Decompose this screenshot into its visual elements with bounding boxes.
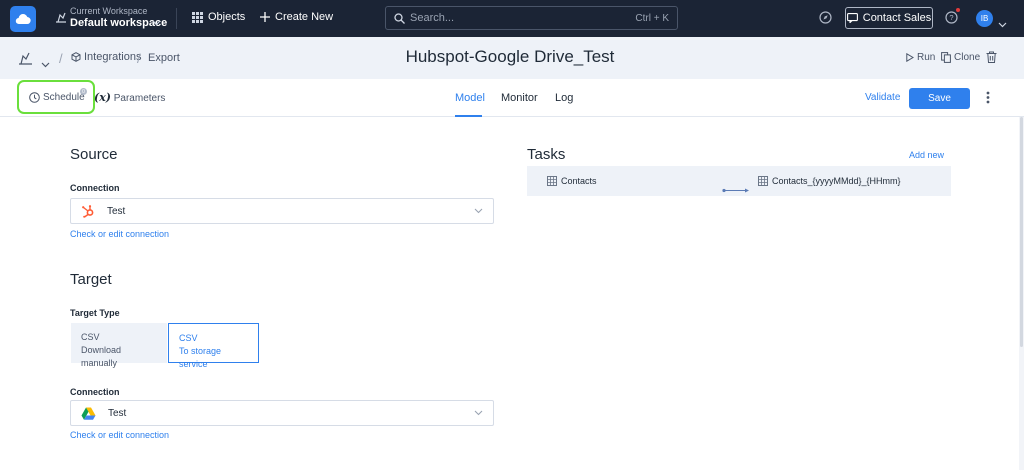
help-icon[interactable]: ? <box>945 11 958 29</box>
workspace-icon <box>54 10 68 29</box>
breadcrumb-integrations[interactable]: Integrations <box>71 51 141 63</box>
validate-button[interactable]: Validate <box>865 92 900 103</box>
contact-sales-button[interactable]: Contact Sales <box>845 7 933 29</box>
hubspot-icon <box>82 205 94 218</box>
search-icon <box>394 12 405 24</box>
trash-icon[interactable] <box>986 50 997 68</box>
parameters-button[interactable]: (x) Parameters <box>94 91 165 104</box>
search-shortcut: Ctrl + K <box>635 12 669 24</box>
create-new-label: Create New <box>275 11 334 23</box>
search-placeholder: Search... <box>410 12 455 24</box>
sub-header: / Integrations / Export Hubspot-Google D… <box>0 37 1024 79</box>
task-source-name: Contacts <box>561 176 597 186</box>
breadcrumb-separator: / <box>137 51 141 66</box>
plus-icon <box>260 12 270 22</box>
target-connection-select[interactable]: Test <box>70 400 494 426</box>
avatar[interactable]: IB <box>976 10 993 27</box>
tasks-title: Tasks <box>527 146 566 163</box>
svg-text:?: ? <box>949 13 953 22</box>
tab-monitor[interactable]: Monitor <box>501 92 538 104</box>
target-type-label: Target Type <box>70 308 120 318</box>
editor-toolbar: Schedule 0 (x) Parameters Model Monitor … <box>0 79 1024 117</box>
parameters-icon: (x) <box>94 91 111 104</box>
google-drive-icon <box>81 407 96 420</box>
grid-icon <box>192 11 203 23</box>
scrollbar-thumb[interactable] <box>1020 117 1023 347</box>
tab-log[interactable]: Log <box>555 92 573 104</box>
clone-label: Clone <box>954 52 981 63</box>
chevron-down-icon[interactable] <box>998 15 1007 33</box>
target-title: Target <box>70 271 112 288</box>
create-new-button[interactable]: Create New <box>260 11 333 23</box>
chevron-down-icon[interactable] <box>152 13 161 31</box>
schedule-badge: 0 <box>80 88 87 95</box>
play-icon <box>906 53 914 62</box>
cloud-logo-icon[interactable] <box>10 6 36 32</box>
task-target-name: Contacts_{yyyyMMdd}_{HHmm} <box>772 176 901 186</box>
run-button[interactable]: Run <box>906 52 935 63</box>
table-icon <box>547 176 557 186</box>
table-row[interactable]: Contacts Contacts_{yyyyMMdd}_{HHmm} <box>527 166 951 196</box>
contact-sales-label: Contact Sales <box>862 12 932 24</box>
target-type-name: CSV <box>81 332 100 342</box>
table-icon <box>758 176 768 186</box>
objects-button[interactable]: Objects <box>192 11 245 23</box>
save-button[interactable]: Save <box>909 88 970 109</box>
target-type-option-download[interactable]: CSV Download manually <box>71 323 167 368</box>
target-type-option-storage[interactable]: CSV To storage service <box>168 323 259 369</box>
source-check-connection-link[interactable]: Check or edit connection <box>70 229 169 239</box>
add-new-task-button[interactable]: Add new <box>909 150 944 160</box>
save-label: Save <box>928 93 951 104</box>
chat-icon <box>846 13 858 23</box>
page-title: Hubspot-Google Drive_Test <box>405 47 615 66</box>
copy-icon <box>941 52 951 63</box>
breadcrumb-separator: / <box>59 51 63 66</box>
avatar-initials: IB <box>980 14 989 23</box>
chevron-down-icon[interactable] <box>41 55 50 73</box>
parameters-label: Parameters <box>113 93 166 104</box>
tab-model[interactable]: Model <box>455 92 485 104</box>
arrow-right-icon <box>722 180 750 198</box>
target-check-connection-link[interactable]: Check or edit connection <box>70 430 169 440</box>
source-connection-value: Test <box>107 205 126 217</box>
objects-label: Objects <box>208 11 246 23</box>
search-input[interactable]: Search... Ctrl + K <box>385 6 678 30</box>
source-title: Source <box>70 146 118 163</box>
schedule-label: Schedule <box>43 92 85 103</box>
task-target: Contacts_{yyyyMMdd}_{HHmm} <box>758 176 901 186</box>
target-type-name: CSV <box>179 333 198 343</box>
notification-dot <box>956 8 960 12</box>
cube-icon <box>71 52 81 62</box>
chevron-down-icon <box>474 410 483 416</box>
clone-button[interactable]: Clone <box>941 52 980 63</box>
breadcrumb-integrations-label: Integrations <box>84 51 142 63</box>
schedule-button[interactable]: Schedule <box>29 92 85 103</box>
nav-divider <box>176 8 177 29</box>
target-connection-label: Connection <box>70 387 120 397</box>
run-label: Run <box>917 52 936 63</box>
package-icon[interactable] <box>18 51 33 70</box>
task-source: Contacts <box>547 176 597 186</box>
chevron-down-icon <box>474 208 483 214</box>
compass-icon[interactable] <box>819 11 832 29</box>
top-nav: Current Workspace Default workspace Obje… <box>0 0 1024 37</box>
target-type-desc: To storage service <box>179 346 222 369</box>
kebab-icon[interactable] <box>986 91 990 109</box>
source-connection-label: Connection <box>70 183 120 193</box>
breadcrumb-export[interactable]: Export <box>148 52 180 64</box>
clock-icon <box>29 92 40 103</box>
target-type-desc: Download manually <box>81 345 122 368</box>
target-connection-value: Test <box>108 407 127 419</box>
active-tab-indicator <box>455 115 482 117</box>
source-connection-select[interactable]: Test <box>70 198 494 224</box>
